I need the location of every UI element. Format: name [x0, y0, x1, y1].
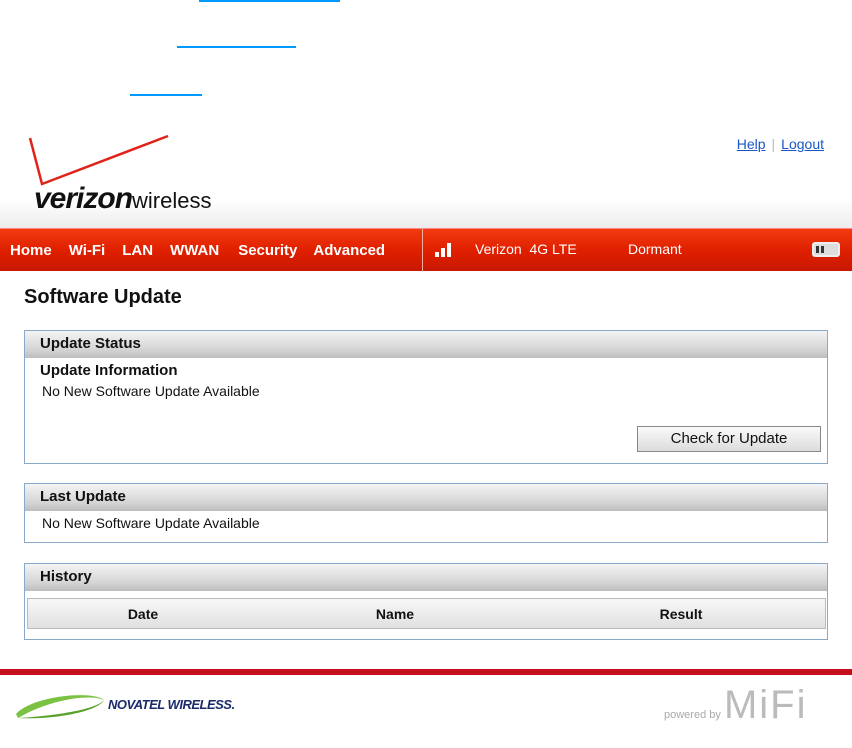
link-underline[interactable] [177, 46, 296, 48]
nav-wwan[interactable]: WWAN [170, 242, 219, 259]
panel-header: Update Status [25, 331, 827, 358]
connection-status: Dormant [628, 241, 682, 257]
novatel-logo: NOVATEL WIRELESS. [12, 688, 242, 722]
history-panel: History Date Name Result [24, 563, 828, 640]
novatel-text: NOVATEL WIRELESS. [108, 697, 235, 712]
column-result: Result [659, 606, 703, 622]
column-name: Name [375, 606, 415, 622]
brand-suffix: wireless [132, 188, 212, 213]
column-date: Date [127, 606, 159, 622]
verizon-logo: verizonwireless [28, 134, 258, 215]
help-link[interactable]: Help [737, 136, 766, 152]
check-for-update-button[interactable]: Check for Update [637, 426, 821, 452]
last-update-panel: Last Update No New Software Update Avail… [24, 483, 828, 543]
brand-text: verizon [34, 182, 133, 215]
update-information-label: Update Information [40, 362, 178, 379]
update-status-panel: Update Status Update Information No New … [24, 330, 828, 464]
footer-divider [0, 669, 852, 675]
carrier-info: Verizon 4G LTE [475, 241, 577, 257]
mifi-logo: powered by MiFi [664, 683, 807, 728]
top-links: Help | Logout [737, 136, 824, 152]
last-update-message: No New Software Update Available [42, 515, 260, 531]
link-separator: | [771, 136, 776, 152]
page-title: Software Update [24, 286, 182, 308]
nav-security[interactable]: Security [238, 242, 297, 259]
nav-home[interactable]: Home [10, 242, 52, 259]
link-underline[interactable] [199, 0, 340, 2]
carrier-name: Verizon [475, 241, 522, 257]
panel-header: Last Update [25, 484, 827, 511]
nav-lan[interactable]: LAN [122, 242, 153, 259]
link-underline[interactable] [130, 94, 202, 96]
main-nav: Home Wi-Fi LAN WWAN Security Advanced Ve… [0, 228, 852, 272]
network-type: 4G LTE [529, 241, 577, 257]
nav-wifi[interactable]: Wi-Fi [69, 242, 106, 259]
nav-divider [422, 229, 423, 272]
powered-by-text: powered by [664, 709, 721, 721]
history-table-header: Date Name Result [27, 598, 826, 629]
signal-strength-icon [435, 243, 451, 257]
mifi-text: MiFi [723, 683, 808, 727]
update-message: No New Software Update Available [42, 383, 260, 399]
battery-icon [812, 242, 840, 257]
panel-header: History [25, 564, 827, 591]
nav-advanced[interactable]: Advanced [313, 242, 385, 259]
logout-link[interactable]: Logout [781, 136, 824, 152]
